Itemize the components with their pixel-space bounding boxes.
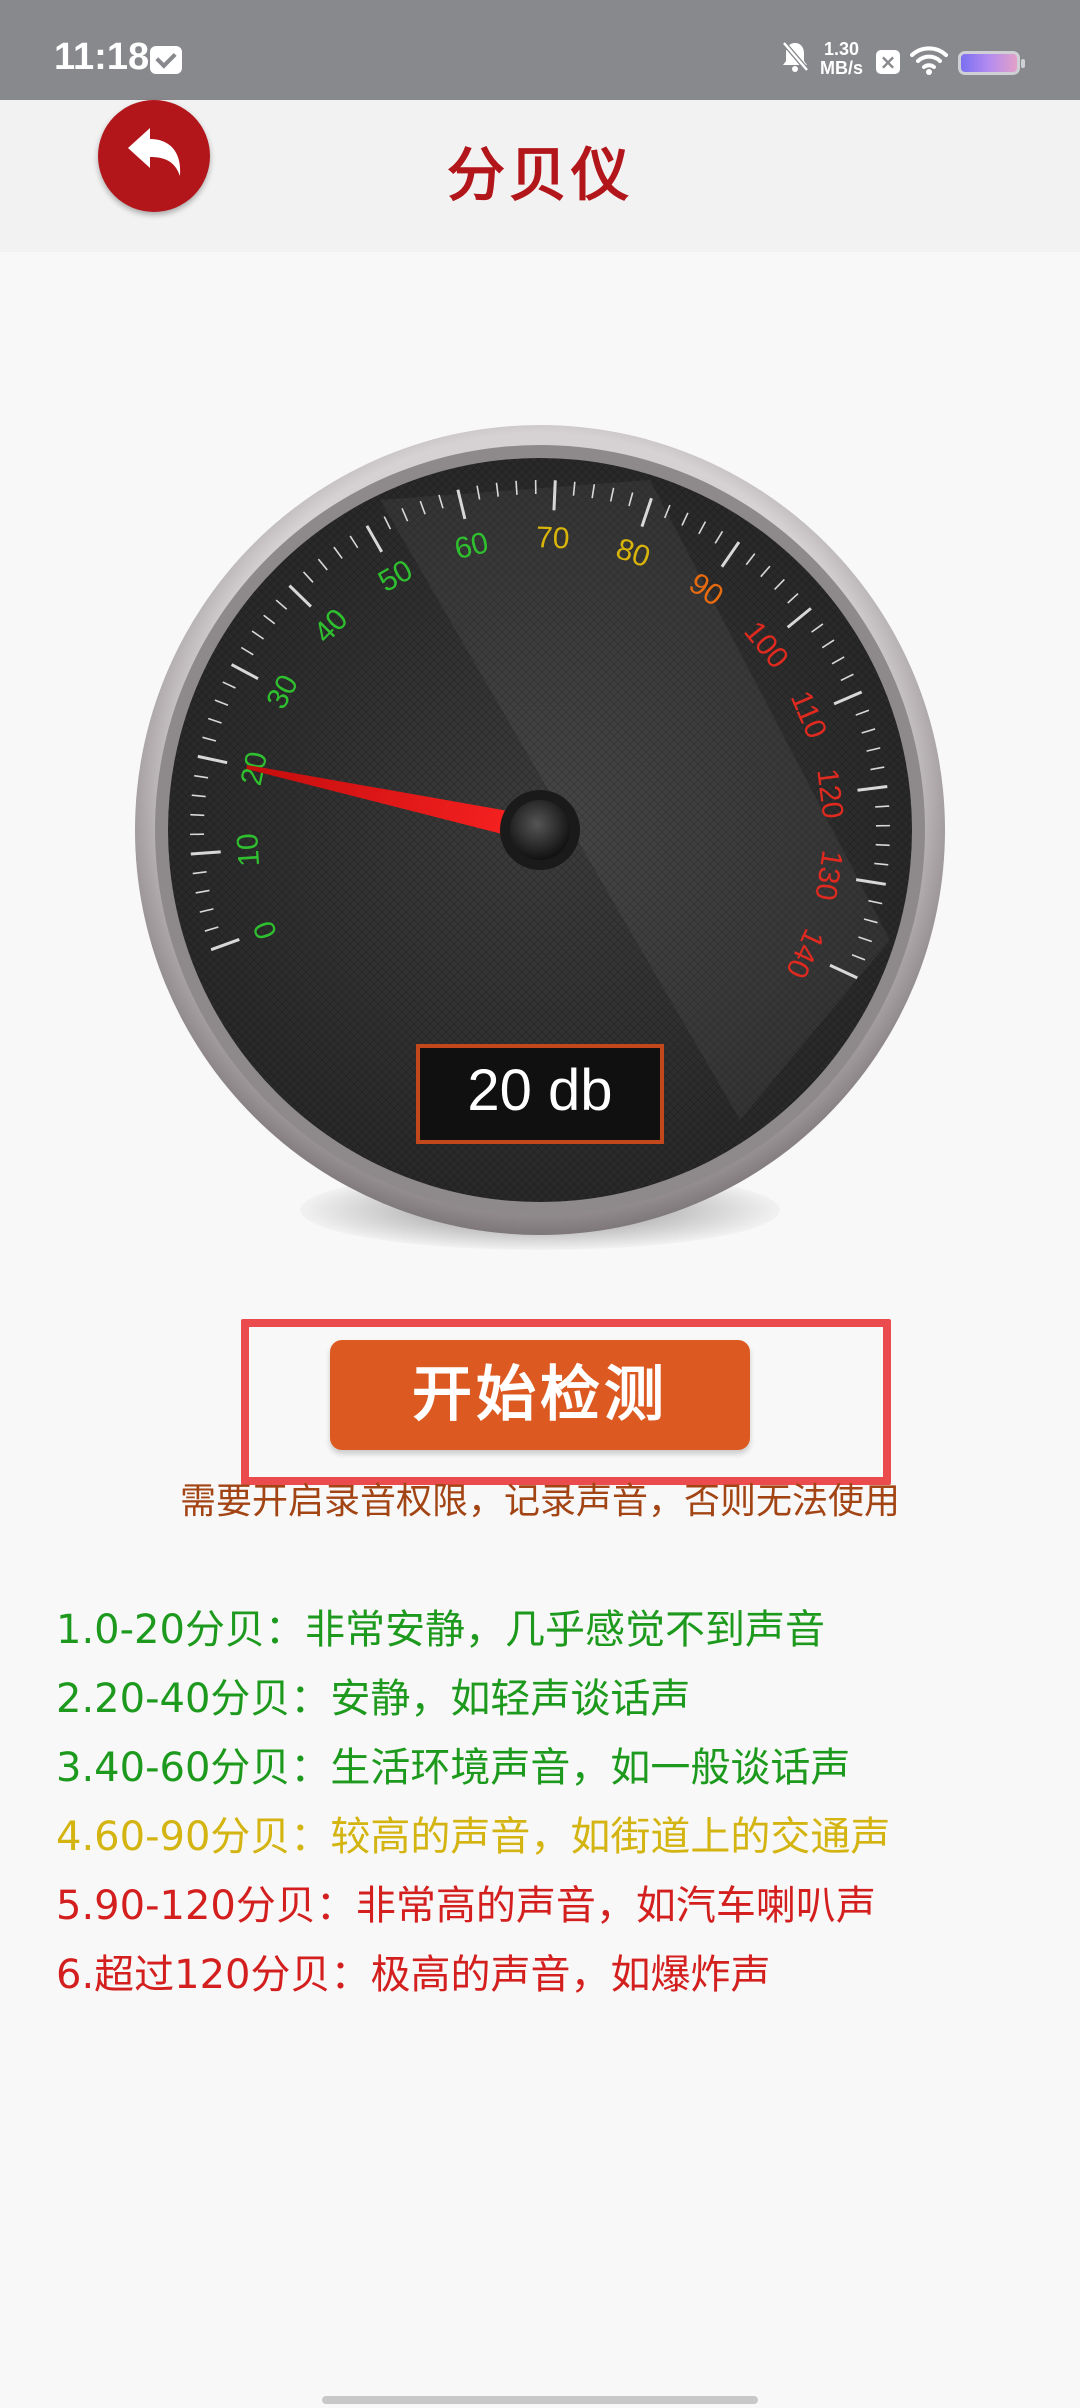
tick-label: 70 (535, 521, 570, 555)
status-bar: 11:18 1.30 MB/s × (0, 0, 1080, 100)
wifi-icon (910, 44, 948, 80)
level-item: 4.60-90分贝：较高的声音，如街道上的交通声 (56, 1814, 891, 1860)
net-speed: 1.30 MB/s (820, 40, 863, 78)
tick-label: 120 (810, 767, 849, 821)
decibel-levels-list: 1.0-20分贝：非常安静，几乎感觉不到声音 2.20-40分贝：安静，如轻声谈… (56, 1596, 890, 2010)
net-speed-value: 1.30 (823, 39, 860, 59)
needle-hub (510, 800, 570, 860)
minor-tick (875, 805, 890, 808)
major-tick (190, 850, 221, 856)
battery-icon (958, 51, 1025, 75)
level-item: 1.0-20分贝：非常安静，几乎感觉不到声音 (56, 1607, 825, 1653)
major-tick (552, 480, 557, 511)
level-item: 6.超过120分贝：极高的声音，如爆炸声 (56, 1952, 771, 1998)
minor-tick (515, 480, 518, 495)
permission-note: 需要开启录音权限，记录声音，否则无法使用 (179, 1481, 900, 1522)
status-time: 11:18 (54, 36, 150, 78)
level-item: 5.90-120分贝：非常高的声音，如汽车喇叭声 (56, 1883, 876, 1929)
level-item: 2.20-40分贝：安静，如轻声谈话声 (56, 1676, 691, 1722)
minor-tick (190, 813, 205, 817)
net-speed-unit: MB/s (820, 58, 864, 78)
decibel-gauge: 0102030405060708090100110120130140 20 db (135, 425, 945, 1235)
reading-text: 20 db (467, 1058, 612, 1123)
level-item: 3.40-60分贝：生活环境声音，如一般谈话声 (56, 1745, 851, 1791)
home-indicator[interactable] (322, 2396, 758, 2404)
tick-label: 10 (231, 832, 266, 868)
close-box-icon: × (876, 50, 900, 74)
start-detect-button[interactable]: 开始检测 (330, 1340, 750, 1450)
bell-muted-icon (780, 40, 810, 78)
page-title: 分贝仪 (446, 141, 633, 209)
message-icon (150, 46, 182, 74)
minor-tick (875, 843, 890, 847)
